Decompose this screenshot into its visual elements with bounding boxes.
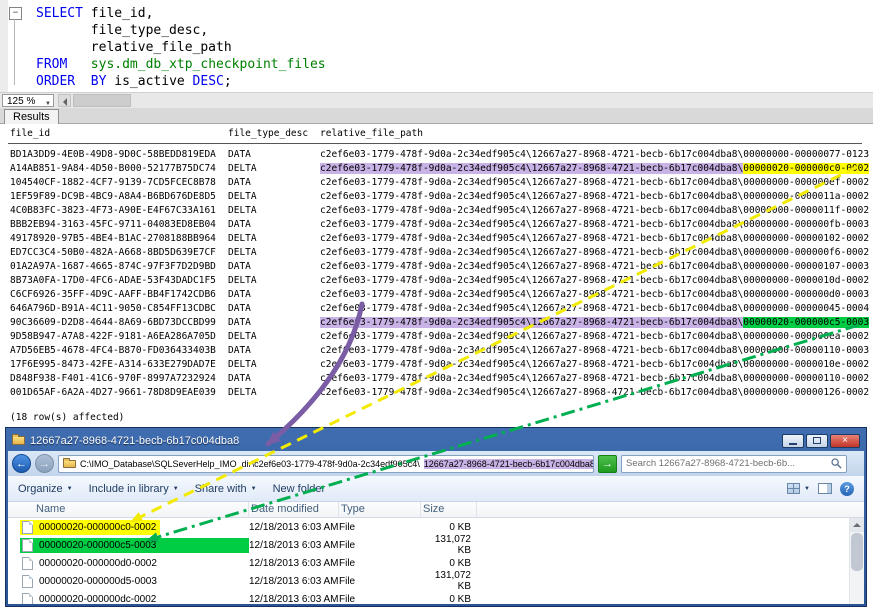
include-in-library-button[interactable]: Include in library▼ xyxy=(89,483,179,495)
code-line: SELECT file_id, xyxy=(36,5,326,22)
result-row: 90C36609-D2D8-4644-8A69-6BD73DCCBD99DATA… xyxy=(10,316,869,330)
collapse-region-toggle[interactable]: − xyxy=(9,7,22,20)
address-bar[interactable]: C:\IMO_Database\SQLSeverHelp_IMO_dir\c2e… xyxy=(58,455,594,473)
file-name: 00000020-000000d5-0003 xyxy=(39,576,157,587)
column-size[interactable]: Size xyxy=(421,502,477,517)
back-button[interactable]: ← xyxy=(12,454,31,473)
file-list-scrollbar[interactable] xyxy=(849,518,864,604)
forward-button[interactable]: → xyxy=(35,454,54,473)
file-row[interactable]: 00000020-000000d5-000312/18/2013 6:03 AM… xyxy=(8,572,864,590)
editor-bottom-bar: 125 % ▼ xyxy=(0,92,873,108)
code-line: file_type_desc, xyxy=(36,22,326,39)
explorer-toolbar: Organize▼ Include in library▼ Share with… xyxy=(8,476,864,502)
col-relative-file-path: relative_file_path xyxy=(320,128,423,139)
result-row: D848F938-F401-41C6-970F-8997A7232924DATA… xyxy=(10,372,869,386)
result-row: 104540CF-1882-4CF7-9139-7CD5FCEC8B78DATA… xyxy=(10,176,869,190)
result-row: BD1A3DD9-4E0B-49D8-9D0C-58BEDD819EDADATA… xyxy=(10,148,869,162)
result-row: A7D56EB5-4678-4FC4-B870-FD036433403BDATA… xyxy=(10,344,869,358)
minimize-button[interactable] xyxy=(782,434,804,448)
editor-selection-margin xyxy=(0,0,8,92)
result-row: 01A2A97A-1687-4665-874C-97F3F7D2D9BDDATA… xyxy=(10,260,869,274)
explorer-window: 12667a27-8968-4721-becb-6b17c004dba8 × ←… xyxy=(5,427,867,607)
explorer-titlebar[interactable]: 12667a27-8968-4721-becb-6b17c004dba8 × xyxy=(8,430,864,451)
search-placeholder: Search 12667a27-8968-4721-becb-6b... xyxy=(626,458,795,469)
column-date-modified[interactable]: Date modified xyxy=(249,502,339,517)
chevron-down-icon: ▼ xyxy=(173,486,179,492)
results-header-separator xyxy=(8,143,862,144)
code-line: FROM sys.dm_db_xtp_checkpoint_files xyxy=(36,56,326,73)
result-row: 8B73A0FA-17D0-4FC6-ADAE-53F43DADC1F5DELT… xyxy=(10,274,869,288)
file-icon xyxy=(22,593,33,605)
file-name: 00000020-000000d0-0002 xyxy=(39,558,157,569)
results-pane: file_idfile_type_descrelative_file_path … xyxy=(0,124,873,424)
preview-pane-icon[interactable] xyxy=(818,483,832,494)
sql-editor[interactable]: − SELECT file_id, file_type_desc, relati… xyxy=(0,0,873,92)
file-list: 00000020-000000c0-000212/18/2013 6:03 AM… xyxy=(8,518,864,604)
result-row: 001D65AF-6A2A-4D27-9661-78D8D9EAE039DELT… xyxy=(10,386,869,400)
folder-icon xyxy=(63,460,76,468)
zoom-dropdown[interactable]: 125 % ▼ xyxy=(2,94,54,107)
new-folder-button[interactable]: New folder xyxy=(273,483,326,495)
column-name[interactable]: Name xyxy=(8,502,249,517)
scroll-up-arrow[interactable] xyxy=(850,518,864,532)
code-line: ORDER BY is_active DESC; xyxy=(36,73,326,90)
file-row[interactable]: 00000020-000000c5-000312/18/2013 6:03 AM… xyxy=(8,536,864,554)
file-icon xyxy=(22,557,33,570)
change-view-button[interactable]: ▼ xyxy=(787,483,810,494)
views-icon xyxy=(787,483,800,494)
code-line: relative_file_path xyxy=(36,39,326,56)
chevron-down-icon: ▼ xyxy=(251,486,257,492)
result-row: 49178920-97B5-4BE4-B1AC-2708188BB964DELT… xyxy=(10,232,869,246)
result-row: 17F6E995-8473-42FE-A314-633E279DAD7EDELT… xyxy=(10,358,869,372)
results-header: file_idfile_type_descrelative_file_path xyxy=(10,128,423,139)
go-button[interactable]: → xyxy=(598,455,617,473)
result-row: BBB2EB94-3163-45FC-9711-04083ED8EB04DATA… xyxy=(10,218,869,232)
chevron-down-icon: ▼ xyxy=(67,486,73,492)
result-row: 1EF59F89-DC9B-4BC9-A8A4-B6BD676DE8D5DELT… xyxy=(10,190,869,204)
col-file-id: file_id xyxy=(10,128,228,139)
sql-query-text[interactable]: SELECT file_id, file_type_desc, relative… xyxy=(36,5,326,90)
maximize-button[interactable] xyxy=(806,434,828,448)
organize-button[interactable]: Organize▼ xyxy=(18,483,73,495)
window-title: 12667a27-8968-4721-becb-6b17c004dba8 xyxy=(30,435,239,447)
screen: − SELECT file_id, file_type_desc, relati… xyxy=(0,0,873,607)
file-icon xyxy=(22,539,33,552)
result-row: C6CF6926-35FF-4D9C-AAFF-BB4F1742CDB6DATA… xyxy=(10,288,869,302)
result-row: 9D58B947-A7A8-422F-9181-A6EA286A705DDELT… xyxy=(10,330,869,344)
search-input[interactable]: Search 12667a27-8968-4721-becb-6b... xyxy=(621,455,847,473)
results-tabstrip: Results xyxy=(0,108,873,124)
file-name: 00000020-000000c0-0002 xyxy=(39,522,156,533)
results-rows: BD1A3DD9-4E0B-49D8-9D0C-58BEDD819EDADATA… xyxy=(10,148,869,400)
search-icon xyxy=(831,458,842,469)
folder-icon xyxy=(12,436,25,445)
file-list-header: Name Date modified Type Size xyxy=(8,502,864,518)
column-type[interactable]: Type xyxy=(339,502,421,517)
col-file-type-desc: file_type_desc xyxy=(228,128,320,139)
chevron-down-icon: ▼ xyxy=(804,486,810,492)
file-name: 00000020-000000c5-0003 xyxy=(39,540,156,551)
file-row[interactable]: 00000020-000000dc-000212/18/2013 6:03 AM… xyxy=(8,590,864,604)
help-icon[interactable]: ? xyxy=(840,482,854,496)
address-path-prefix: C:\IMO_Database\SQLSeverHelp_IMO_dir\c2e… xyxy=(80,459,420,469)
result-row: ED7CC3C4-50B0-482A-A668-8BD5D639E7CFDELT… xyxy=(10,246,869,260)
zoom-value: 125 % xyxy=(7,96,35,107)
outline-guide-line xyxy=(14,19,15,85)
result-row: A14AB851-9A84-4D50-B000-52177B75DC74DELT… xyxy=(10,162,869,176)
file-name: 00000020-000000dc-0002 xyxy=(39,594,156,605)
file-icon xyxy=(22,575,33,588)
rows-affected-message: (18 row(s) affected) xyxy=(10,412,124,423)
close-button[interactable]: × xyxy=(830,434,860,448)
result-row: 646A796D-B91A-4C11-9050-C854FF13CDBCDATA… xyxy=(10,302,869,316)
hscroll-thumb[interactable] xyxy=(73,94,131,107)
address-path-highlighted: 12667a27-8968-4721-becb-6b17c004dba8 xyxy=(424,459,594,469)
explorer-address-row: ← → C:\IMO_Database\SQLSeverHelp_IMO_dir… xyxy=(8,451,864,476)
result-row: 4C0B83FC-3823-4F73-A90E-E4F67C33A161DELT… xyxy=(10,204,869,218)
tab-results[interactable]: Results xyxy=(4,109,59,125)
scroll-thumb[interactable] xyxy=(851,533,863,571)
file-icon xyxy=(22,521,33,534)
share-with-button[interactable]: Share with▼ xyxy=(195,483,257,495)
hscroll-left-arrow[interactable] xyxy=(58,94,71,107)
